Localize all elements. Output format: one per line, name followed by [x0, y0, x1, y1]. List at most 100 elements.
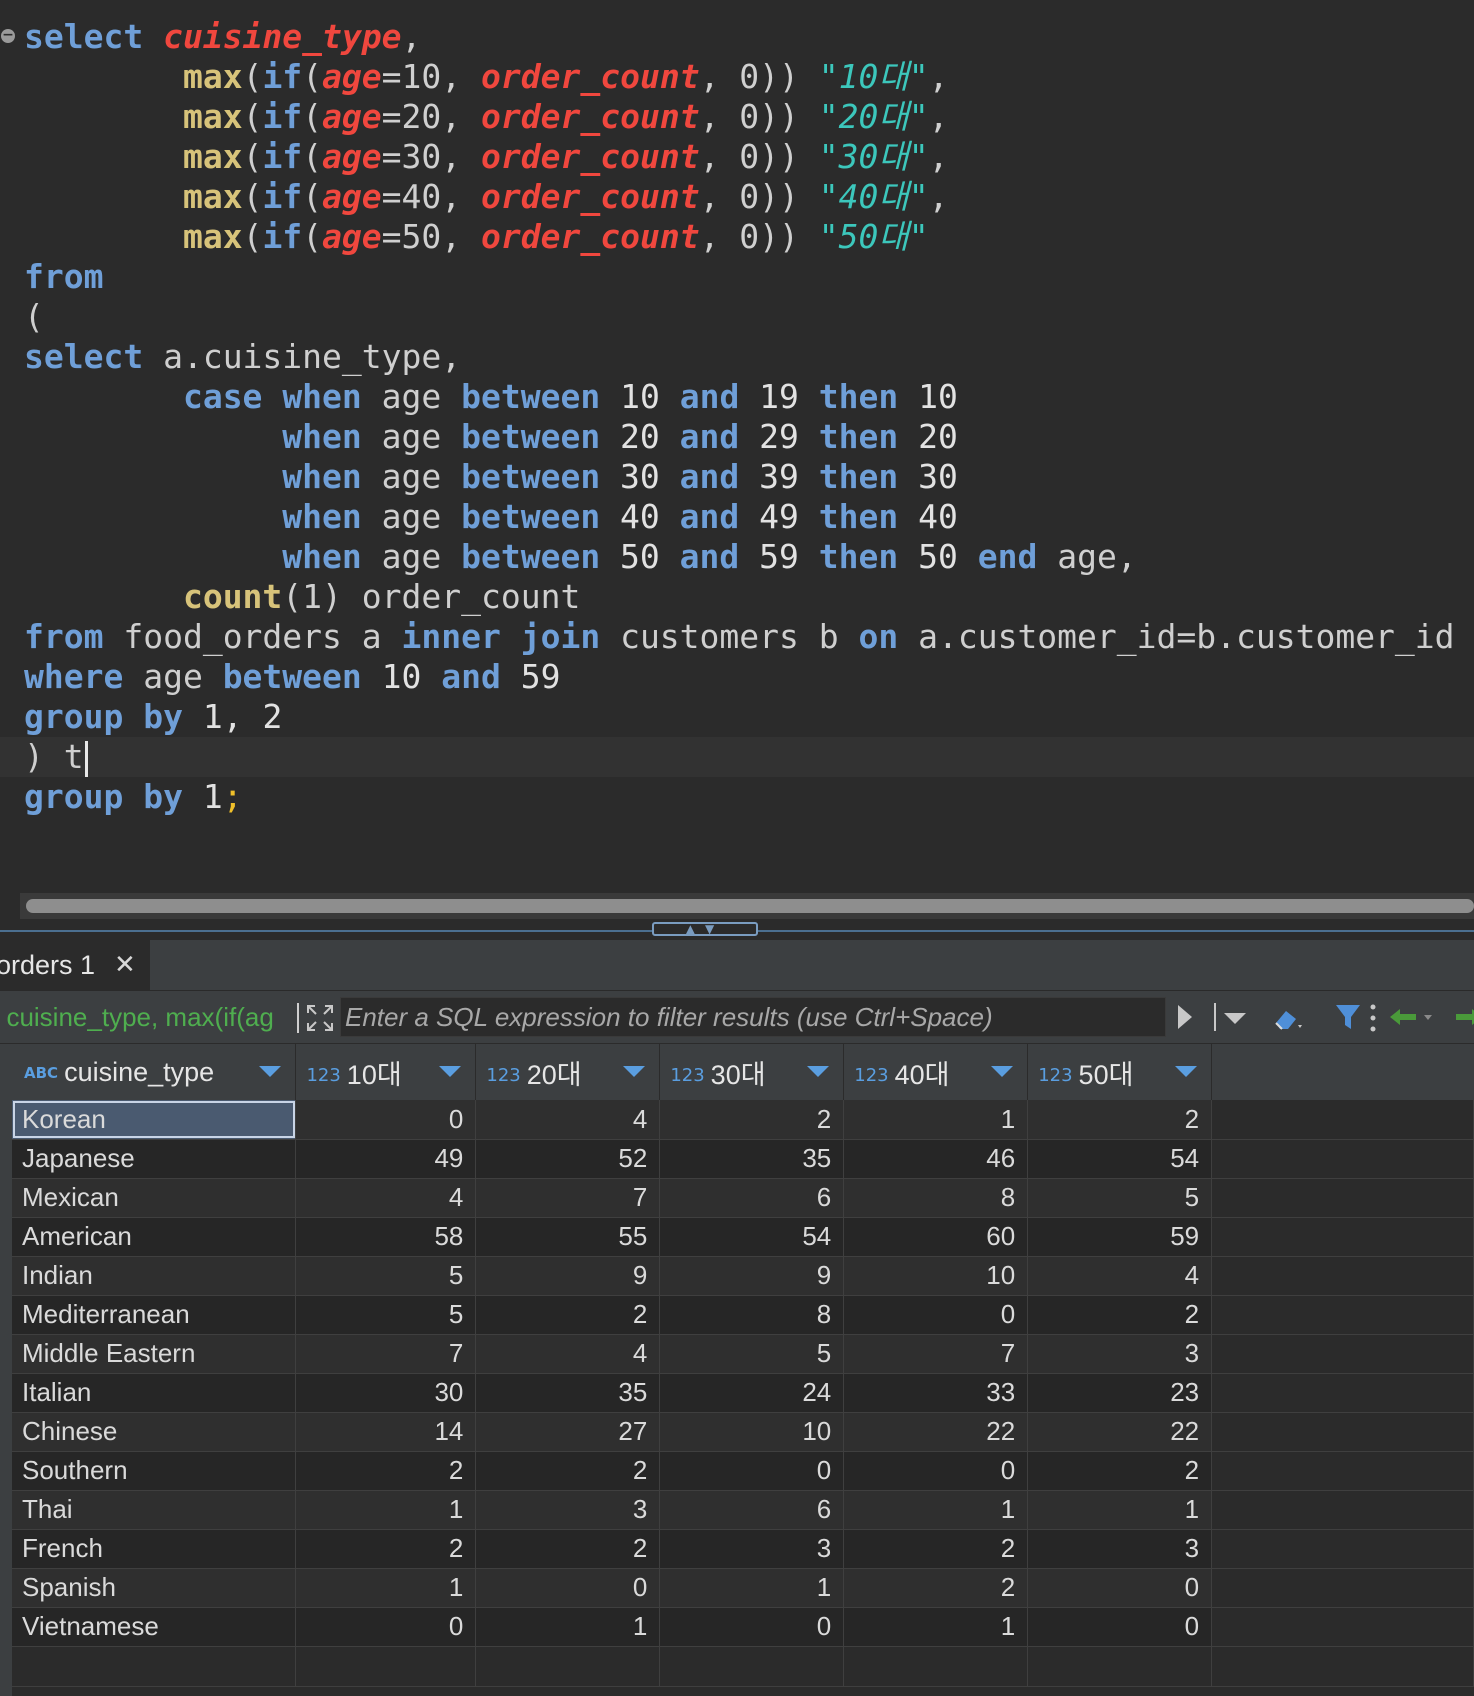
count-cell[interactable]: 49: [295, 1139, 477, 1179]
table-row[interactable]: French 2 2 3 2 3: [12, 1529, 1474, 1569]
count-cell[interactable]: 24: [659, 1373, 845, 1413]
cuisine-cell[interactable]: Korean: [12, 1100, 297, 1140]
apply-filter-icon[interactable]: [1178, 1005, 1192, 1029]
code-line[interactable]: case when age between 10 and 19 then 10: [0, 377, 1474, 417]
table-row[interactable]: Middle Eastern 7 4 5 7 3: [12, 1334, 1474, 1374]
count-cell[interactable]: 58: [295, 1217, 477, 1257]
count-cell[interactable]: 10: [843, 1256, 1029, 1296]
count-cell[interactable]: 7: [843, 1334, 1029, 1374]
code-line[interactable]: select a.cuisine_type,: [0, 337, 1474, 377]
code-line[interactable]: where age between 10 and 59: [0, 657, 1474, 697]
count-cell[interactable]: 1: [295, 1490, 477, 1530]
count-cell[interactable]: 9: [475, 1256, 661, 1296]
code-line[interactable]: when age between 40 and 49 then 40: [0, 497, 1474, 537]
splitter-toggle-handle[interactable]: ▲▼: [652, 922, 758, 936]
column-header[interactable]: 123 40대: [843, 1044, 1029, 1100]
count-cell[interactable]: 2: [295, 1529, 477, 1569]
count-cell[interactable]: 8: [659, 1295, 845, 1335]
table-row[interactable]: Mexican 4 7 6 8 5: [12, 1178, 1474, 1218]
count-cell[interactable]: 1: [843, 1100, 1029, 1140]
count-cell[interactable]: 2: [295, 1451, 477, 1491]
scrollbar-thumb[interactable]: [26, 899, 1474, 913]
eraser-icon[interactable]: [1272, 1003, 1306, 1033]
count-cell[interactable]: 5: [659, 1334, 845, 1374]
cuisine-cell[interactable]: Vietnamese: [12, 1607, 297, 1647]
count-cell[interactable]: 0: [659, 1607, 845, 1647]
count-cell[interactable]: 60: [843, 1217, 1029, 1257]
count-cell[interactable]: 1: [659, 1568, 845, 1608]
code-line[interactable]: when age between 20 and 29 then 20: [0, 417, 1474, 457]
count-cell[interactable]: 4: [475, 1334, 661, 1374]
count-cell[interactable]: 52: [475, 1139, 661, 1179]
count-cell[interactable]: 7: [475, 1178, 661, 1218]
count-cell[interactable]: 2: [475, 1295, 661, 1335]
table-row[interactable]: Thai 1 3 6 1 1: [12, 1490, 1474, 1530]
count-cell[interactable]: 0: [295, 1607, 477, 1647]
code-line[interactable]: count(1) order_count: [0, 577, 1474, 617]
count-cell[interactable]: 2: [1027, 1451, 1213, 1491]
count-cell[interactable]: 46: [843, 1139, 1029, 1179]
count-cell[interactable]: 2: [475, 1451, 661, 1491]
sort-filter-icon[interactable]: [259, 1066, 282, 1077]
count-cell[interactable]: 0: [843, 1295, 1029, 1335]
count-cell[interactable]: 2: [1027, 1100, 1213, 1140]
count-cell[interactable]: 3: [475, 1490, 661, 1530]
expand-icon[interactable]: [305, 1003, 335, 1033]
table-row[interactable]: Spanish 1 0 1 2 0: [12, 1568, 1474, 1608]
column-header[interactable]: ABC cuisine_type: [12, 1044, 297, 1100]
code-line[interactable]: group by 1;: [0, 777, 1474, 817]
column-header[interactable]: 123 50대: [1027, 1044, 1213, 1100]
count-cell[interactable]: 8: [843, 1178, 1029, 1218]
count-cell[interactable]: 54: [659, 1217, 845, 1257]
code-line[interactable]: from food_orders a inner join customers …: [0, 617, 1474, 657]
count-cell[interactable]: 35: [659, 1139, 845, 1179]
cuisine-cell[interactable]: Spanish: [12, 1568, 297, 1608]
tab-results-orders[interactable]: orders 1 ✕: [0, 940, 150, 990]
count-cell[interactable]: 6: [659, 1178, 845, 1218]
column-header[interactable]: 123 30대: [659, 1044, 845, 1100]
sort-filter-icon[interactable]: [807, 1066, 830, 1077]
code-line[interactable]: from: [0, 257, 1474, 297]
code-line[interactable]: (: [0, 297, 1474, 337]
count-cell[interactable]: 3: [1027, 1529, 1213, 1569]
code-line[interactable]: max(if(age=20, order_count, 0)) "20대",: [0, 97, 1474, 137]
count-cell[interactable]: 2: [843, 1529, 1029, 1569]
count-cell[interactable]: 1: [843, 1607, 1029, 1647]
count-cell[interactable]: 59: [1027, 1217, 1213, 1257]
cuisine-cell[interactable]: Southern: [12, 1451, 297, 1491]
table-row[interactable]: Vietnamese 0 1 0 1 0: [12, 1607, 1474, 1647]
cuisine-cell[interactable]: Japanese: [12, 1139, 297, 1179]
count-cell[interactable]: 23: [1027, 1373, 1213, 1413]
count-cell[interactable]: 5: [295, 1295, 477, 1335]
arrow-left-icon[interactable]: [1388, 1005, 1436, 1029]
code-line[interactable]: max(if(age=40, order_count, 0)) "40대",: [0, 177, 1474, 217]
code-line[interactable]: group by 1, 2: [0, 697, 1474, 737]
count-cell[interactable]: 1: [1027, 1490, 1213, 1530]
cuisine-cell[interactable]: Italian: [12, 1373, 297, 1413]
filter-funnel-icon[interactable]: [1334, 1001, 1362, 1033]
count-cell[interactable]: 14: [295, 1412, 477, 1452]
editor-horizontal-scrollbar[interactable]: [20, 893, 1474, 919]
close-icon[interactable]: ✕: [114, 940, 136, 990]
count-cell[interactable]: 2: [1027, 1295, 1213, 1335]
count-cell[interactable]: 30: [295, 1373, 477, 1413]
code-line[interactable]: when age between 30 and 39 then 30: [0, 457, 1474, 497]
count-cell[interactable]: 0: [659, 1451, 845, 1491]
count-cell[interactable]: 1: [295, 1568, 477, 1608]
count-cell[interactable]: 4: [295, 1178, 477, 1218]
count-cell[interactable]: 2: [475, 1529, 661, 1569]
count-cell[interactable]: 0: [843, 1451, 1029, 1491]
code-line[interactable]: select cuisine_type,: [0, 17, 1474, 57]
cuisine-cell[interactable]: Indian: [12, 1256, 297, 1296]
table-row[interactable]: Chinese 14 27 10 22 22: [12, 1412, 1474, 1452]
code-line[interactable]: max(if(age=10, order_count, 0)) "10대",: [0, 57, 1474, 97]
count-cell[interactable]: 4: [475, 1100, 661, 1140]
table-row[interactable]: Southern 2 2 0 0 2: [12, 1451, 1474, 1491]
count-cell[interactable]: 2: [659, 1100, 845, 1140]
count-cell[interactable]: 0: [1027, 1607, 1213, 1647]
cuisine-cell[interactable]: American: [12, 1217, 297, 1257]
count-cell[interactable]: 5: [295, 1256, 477, 1296]
count-cell[interactable]: 27: [475, 1412, 661, 1452]
count-cell[interactable]: 1: [843, 1490, 1029, 1530]
count-cell[interactable]: 54: [1027, 1139, 1213, 1179]
